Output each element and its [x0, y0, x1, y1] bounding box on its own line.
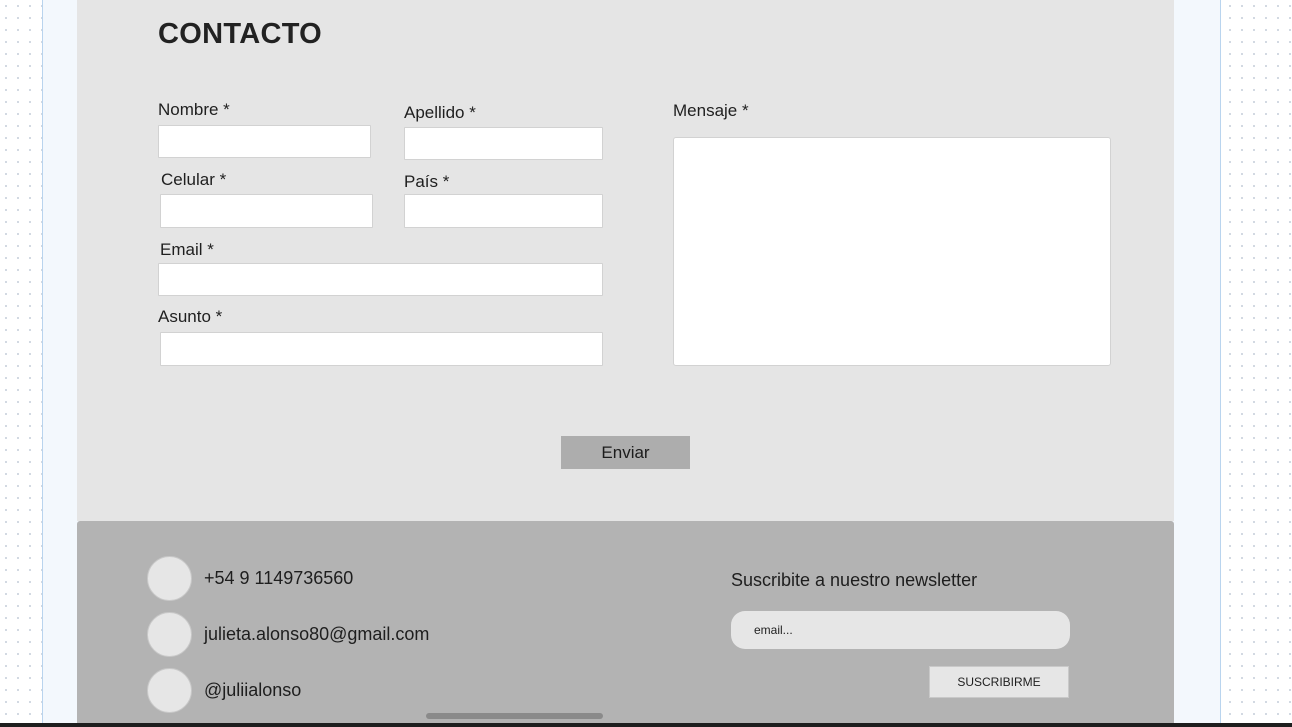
pais-field[interactable]	[404, 194, 603, 228]
newsletter-email-input[interactable]	[731, 611, 1070, 649]
apellido-label: Apellido *	[404, 103, 476, 122]
email-label: Email *	[160, 240, 214, 259]
social-contact[interactable]: @juliialonso	[147, 668, 301, 713]
subscribe-button[interactable]: SUSCRIBIRME	[929, 666, 1069, 698]
email-text: julieta.alonso80@gmail.com	[204, 624, 430, 644]
email-field[interactable]	[158, 263, 603, 296]
contact-section: CONTACTO Nombre * Apellido * Celular * P…	[77, 0, 1174, 521]
email-contact[interactable]: julieta.alonso80@gmail.com	[147, 612, 429, 657]
nombre-label: Nombre *	[158, 100, 230, 119]
celular-label: Celular *	[161, 170, 227, 189]
asunto-label: Asunto *	[158, 307, 223, 326]
horizontal-scrollbar[interactable]	[426, 713, 603, 719]
nombre-field[interactable]	[158, 125, 371, 158]
phone-icon	[147, 556, 192, 601]
social-text: @juliialonso	[204, 680, 302, 700]
asunto-field[interactable]	[160, 332, 603, 366]
phone-contact[interactable]: +54 9 1149736560	[147, 556, 353, 601]
page-title: CONTACTO	[158, 18, 323, 50]
celular-field[interactable]	[160, 194, 373, 228]
apellido-field[interactable]	[404, 127, 603, 160]
mail-icon	[147, 612, 192, 657]
newsletter-title: Suscribite a nuestro newsletter	[731, 570, 978, 590]
phone-text: +54 9 1149736560	[204, 568, 354, 588]
pais-label: País *	[404, 172, 450, 191]
mensaje-textarea[interactable]	[673, 137, 1111, 366]
footer: +54 9 1149736560 julieta.alonso80@gmail.…	[77, 521, 1174, 727]
mensaje-label: Mensaje *	[673, 101, 749, 120]
instagram-icon	[147, 668, 192, 713]
send-button[interactable]: Enviar	[561, 436, 690, 469]
bottom-edge-bar	[0, 723, 1292, 727]
